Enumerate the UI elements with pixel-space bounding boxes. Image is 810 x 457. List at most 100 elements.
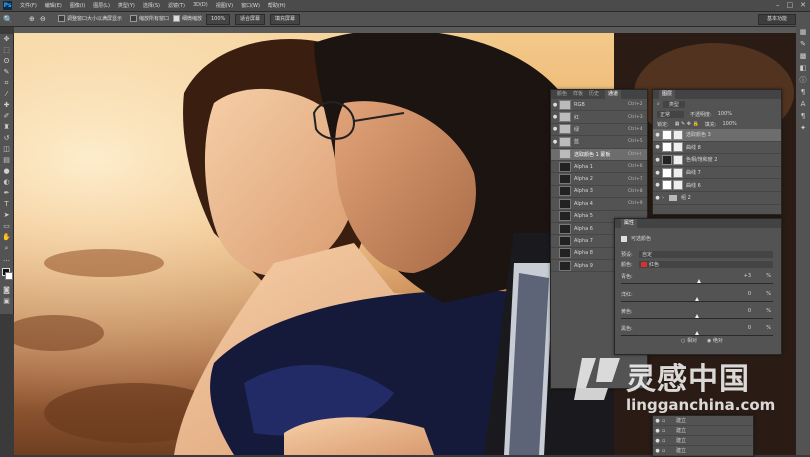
zoom-all-option[interactable]: 缩放所有窗口 [130, 15, 169, 22]
visibility-eye-icon[interactable]: ● [653, 132, 662, 138]
gradient-tool-icon[interactable]: ▤ [0, 155, 13, 166]
crop-tool-icon[interactable]: ⌗ [0, 78, 13, 89]
slider-track[interactable] [621, 279, 773, 284]
channel-row[interactable]: ● 蓝 Ctrl+5 [551, 136, 647, 149]
layer-mask-thumbnail[interactable] [673, 142, 683, 153]
close-icon[interactable]: ✕ [800, 1, 806, 9]
hand-tool-icon[interactable]: ✋ [0, 232, 13, 243]
swatch-panel-icon[interactable]: ▩ [796, 50, 810, 62]
channel-row[interactable]: ● 红 Ctrl+3 [551, 111, 647, 124]
brush-panel-icon[interactable]: ✎ [796, 38, 810, 50]
visibility-eye-icon[interactable]: ● [653, 157, 662, 163]
fill-screen-button[interactable]: 填充屏幕 [270, 14, 301, 25]
relative-radio[interactable]: ○ 相对 [681, 337, 697, 344]
layer-mask-thumbnail[interactable] [673, 154, 683, 165]
clone-stamp-icon[interactable]: ♜ [0, 122, 13, 133]
screen-mode-icon[interactable]: ▣ [0, 296, 13, 307]
menu-view[interactable]: 视图(V) [216, 2, 233, 9]
scrubby-zoom-checkbox[interactable] [173, 15, 180, 22]
opacity-input[interactable]: 100% [718, 111, 732, 117]
channel-row[interactable]: Alpha 4 Ctrl+9 [551, 198, 647, 211]
path-select-icon[interactable]: ➤ [0, 210, 13, 221]
layer-row[interactable]: ● ▫ 建立 [653, 426, 753, 436]
maximize-icon[interactable]: □ [787, 1, 794, 9]
zoom-100-button[interactable]: 100% [206, 14, 231, 25]
dodge-tool-icon[interactable]: ◐ [0, 177, 13, 188]
lasso-tool-icon[interactable]: ʘ [0, 56, 13, 67]
menu-filter[interactable]: 滤镜(T) [168, 2, 185, 9]
resize-windows-option[interactable]: 调整窗口大小以满屏显示 [58, 15, 122, 22]
menu-layer[interactable]: 图层(L) [93, 2, 110, 9]
menu-type[interactable]: 类型(Y) [118, 2, 135, 9]
paragraph-panel-icon[interactable]: ¶ [796, 86, 810, 98]
fill-input[interactable]: 100% [722, 121, 736, 127]
workspace-switcher[interactable]: 基本功能 [757, 14, 796, 25]
tab-channels[interactable]: 通道 [605, 90, 622, 99]
zoom-canvas-tool-icon[interactable]: ⌕ [0, 243, 13, 254]
channel-row[interactable]: ● RGB Ctrl+2 [551, 99, 647, 112]
quick-mask-icon[interactable]: ◙ [0, 285, 13, 296]
eyedropper-tool-icon[interactable]: ⁄ [0, 89, 13, 100]
history-panel-icon[interactable]: ▦ [796, 26, 810, 38]
slider-knob[interactable] [696, 279, 701, 283]
marquee-tool-icon[interactable]: ⬚ [0, 45, 13, 56]
layer-mask-thumbnail[interactable] [673, 167, 683, 178]
layer-mask-thumbnail[interactable] [673, 129, 683, 140]
menu-3d[interactable]: 3D(D) [193, 2, 208, 9]
shape-tool-icon[interactable]: ▭ [0, 221, 13, 232]
absolute-radio[interactable]: ◉ 绝对 [707, 337, 723, 344]
zoom-all-checkbox[interactable] [130, 15, 137, 22]
visibility-eye-icon[interactable]: ● [653, 428, 662, 434]
slider-value[interactable]: 0 [748, 308, 751, 314]
visibility-eye-icon[interactable]: ● [653, 195, 662, 201]
zoom-tool-icon[interactable]: 🔍 [3, 15, 13, 24]
slider-value[interactable]: 0 [748, 325, 751, 331]
menu-edit[interactable]: 编辑(E) [45, 2, 62, 9]
visibility-eye-icon[interactable]: ● [551, 114, 559, 120]
menu-help[interactable]: 帮助(H) [268, 2, 286, 9]
layer-row[interactable]: ● 选取颜色 3 [653, 129, 781, 142]
zoom-out-icon[interactable]: ⊖ [40, 15, 46, 23]
healing-brush-icon[interactable]: ✚ [0, 100, 13, 111]
history-brush-icon[interactable]: ↺ [0, 133, 13, 144]
paragraph-style-icon[interactable]: ¶ [796, 110, 810, 122]
quick-select-tool-icon[interactable]: ✎ [0, 67, 13, 78]
slider-knob[interactable] [694, 297, 699, 301]
layer-mask-thumbnail[interactable] [673, 180, 683, 191]
visibility-eye-icon[interactable]: ● [653, 144, 662, 150]
blur-tool-icon[interactable]: ● [0, 166, 13, 177]
layer-row[interactable]: ● 曲线 7 [653, 167, 781, 180]
more-tools-icon[interactable]: … [0, 254, 13, 265]
expand-arrow-icon[interactable]: › [662, 195, 668, 201]
zoom-in-icon[interactable]: ⊕ [29, 15, 35, 23]
resize-windows-checkbox[interactable] [58, 15, 65, 22]
channel-row[interactable]: Alpha 2 Ctrl+7 [551, 173, 647, 186]
visibility-eye-icon[interactable]: ● [551, 126, 559, 132]
tab-color[interactable]: 颜色 [557, 90, 567, 99]
visibility-eye-icon[interactable]: ● [551, 139, 559, 145]
menu-image[interactable]: 图像(I) [70, 2, 85, 9]
clone-panel-icon[interactable]: ◧ [796, 62, 810, 74]
visibility-eye-icon[interactable]: ● [653, 170, 662, 176]
slider-knob[interactable] [694, 331, 699, 335]
visibility-eye-icon[interactable]: ● [551, 102, 559, 108]
lock-icons[interactable]: ▦ ✎ ✥ 🔒 [675, 121, 699, 127]
tab-history[interactable]: 历史 [589, 90, 599, 99]
tab-layers[interactable]: 图层 [659, 90, 676, 99]
kind-filter-select[interactable]: 类型 [662, 100, 685, 108]
menu-select[interactable]: 选择(S) [143, 2, 160, 9]
visibility-eye-icon[interactable]: ● [653, 448, 662, 454]
blend-mode-select[interactable]: 正常 [657, 110, 685, 118]
layer-row[interactable]: ● 色相/饱和度 2 [653, 154, 781, 167]
layer-row[interactable]: ● 曲线 6 [653, 179, 781, 192]
tool-presets-icon[interactable]: ✦ [796, 122, 810, 134]
visibility-eye-icon[interactable]: ● [653, 438, 662, 444]
preset-select[interactable]: 自定 [639, 251, 773, 258]
color-swatches-icon[interactable] [0, 265, 13, 285]
menu-file[interactable]: 文件(F) [20, 2, 37, 9]
info-panel-icon[interactable]: ⓘ [796, 74, 810, 86]
eraser-tool-icon[interactable]: ◫ [0, 144, 13, 155]
slider-track[interactable] [621, 314, 773, 319]
character-panel-icon[interactable]: A [796, 98, 810, 110]
scrubby-zoom-option[interactable]: 细微缩放 [173, 15, 202, 22]
